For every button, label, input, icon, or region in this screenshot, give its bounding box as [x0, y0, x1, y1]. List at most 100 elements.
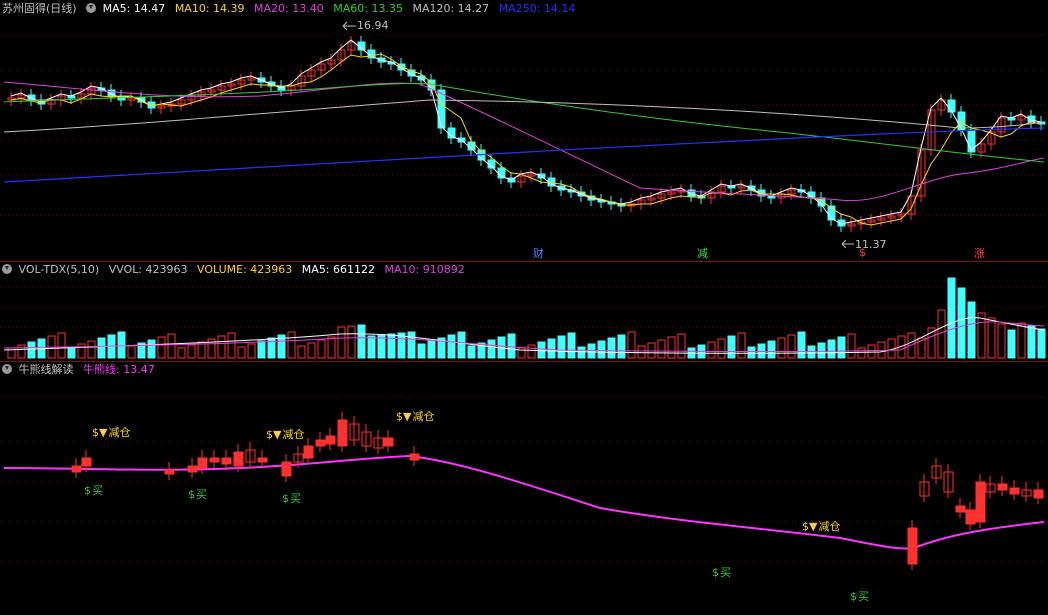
signal-candle: [164, 469, 175, 475]
buy-signal-text: 买: [720, 566, 731, 579]
volume-bar: [547, 338, 556, 359]
high-arrow: [342, 21, 356, 31]
volume-bar: [797, 331, 806, 359]
signal-candle: [1009, 487, 1020, 495]
buy-signal[interactable]: $买: [850, 588, 869, 604]
volume-bar: [777, 337, 786, 359]
volume-bar: [537, 341, 546, 359]
buy-signal-text: 买: [196, 488, 207, 501]
volume-bar: [847, 333, 856, 359]
reduce-position-signal-text: 减仓: [818, 520, 841, 533]
volume-bar: [247, 343, 256, 359]
signal-candle: [81, 457, 92, 467]
signal-candle: [965, 509, 976, 525]
indicator-chart[interactable]: [0, 362, 1048, 615]
volume-bar: [647, 342, 656, 359]
signal-candle: [337, 419, 348, 447]
buy-signal[interactable]: $买: [282, 490, 301, 506]
reduce-position-signal[interactable]: $▼减仓: [396, 408, 434, 424]
volume-bar: [357, 324, 366, 359]
reduce-position-signal[interactable]: $▼减仓: [802, 518, 840, 534]
price-chart[interactable]: [0, 0, 1048, 262]
volume-bar: [857, 347, 866, 359]
volume-bar: [127, 345, 136, 359]
snake-dollar-icon: $: [712, 566, 719, 579]
volume-bar: [487, 339, 496, 359]
volume-bar: [837, 336, 846, 359]
volume-bar: [347, 325, 356, 359]
volume-bar: [527, 344, 536, 359]
volume-bar: [507, 333, 516, 359]
volume-bar: [727, 335, 736, 359]
snake-dollar-icon: $: [850, 590, 857, 603]
reduce-position-signal[interactable]: $▼减仓: [266, 426, 304, 442]
signal-candle: [209, 457, 220, 463]
signal-candle: [233, 451, 244, 467]
price-panel[interactable]: 苏州固得(日线) MA5: 14.47 MA10: 14.39 MA20: 13…: [0, 0, 1048, 262]
signal-candle: [975, 481, 986, 523]
volume-bar: [307, 342, 316, 359]
volume-panel[interactable]: VOL-TDX(5,10) VVOL: 423963 VOLUME: 42396…: [0, 262, 1048, 362]
volume-bar: [617, 334, 626, 359]
volume-bar: [867, 344, 876, 359]
volume-bar: [717, 338, 726, 359]
bullbear-line: [3, 454, 1045, 550]
signal-candle: [257, 457, 268, 463]
signal-candle: [71, 465, 82, 473]
moneybag-icon: $▼: [92, 426, 108, 439]
volume-bar: [737, 332, 746, 359]
volume-bar: [367, 335, 376, 359]
volume-bar: [287, 331, 296, 359]
event-marker-dollar[interactable]: $: [859, 246, 866, 259]
volume-bar: [597, 340, 606, 359]
reduce-position-signal-text: 减仓: [412, 410, 435, 423]
event-marker-zhang[interactable]: 涨: [974, 245, 985, 261]
volume-bar: [447, 334, 456, 359]
signal-candle: [907, 527, 918, 565]
candle-body: [967, 129, 976, 153]
indicator-panel[interactable]: 牛熊线解读 牛熊线: 13.47 $▼减仓 $▼减仓 $▼减仓 $▼减仓 $买 $买 $买 $…: [0, 362, 1048, 615]
snake-dollar-icon: $: [282, 492, 289, 505]
reduce-position-signal[interactable]: $▼减仓: [92, 424, 130, 440]
volume-bar: [217, 335, 226, 359]
buy-signal[interactable]: $买: [712, 564, 731, 580]
buy-signal-text: 买: [92, 484, 103, 497]
volume-bar: [657, 339, 666, 359]
volume-bar: [87, 340, 96, 359]
volume-bar: [1027, 325, 1036, 359]
volume-bar: [757, 343, 766, 359]
candle-body: [957, 111, 966, 131]
signal-candle: [281, 461, 292, 477]
event-marker-cai[interactable]: 财: [533, 245, 544, 261]
volume-bar: [187, 344, 196, 359]
volume-bar: [157, 336, 166, 359]
volume-bar: [627, 331, 636, 359]
volume-bar: [27, 341, 36, 359]
reduce-position-signal-text: 减仓: [108, 426, 131, 439]
volume-chart[interactable]: [0, 262, 1048, 362]
candle-body: [437, 89, 446, 129]
volume-bar: [967, 301, 976, 359]
volume-bar: [177, 347, 186, 359]
volume-bar: [987, 317, 996, 359]
signal-candle: [315, 439, 326, 447]
volume-bar: [827, 339, 836, 359]
volume-bar: [1007, 329, 1016, 359]
volume-bar: [607, 337, 616, 359]
signal-candle: [409, 453, 420, 461]
volume-bar: [977, 312, 986, 359]
volume-bar: [227, 332, 236, 359]
buy-signal[interactable]: $买: [84, 482, 103, 498]
signal-candle: [187, 465, 198, 473]
volume-bar: [557, 335, 566, 359]
event-marker-jian[interactable]: 减: [697, 245, 708, 261]
volume-bar: [787, 334, 796, 359]
volume-bar: [67, 346, 76, 359]
volume-bar: [387, 333, 396, 359]
volume-bar: [637, 345, 646, 359]
volume-bar: [457, 331, 466, 359]
moneybag-icon: $▼: [396, 410, 412, 423]
volume-bar: [257, 340, 266, 359]
buy-signal[interactable]: $买: [188, 486, 207, 502]
volume-bar: [467, 345, 476, 359]
